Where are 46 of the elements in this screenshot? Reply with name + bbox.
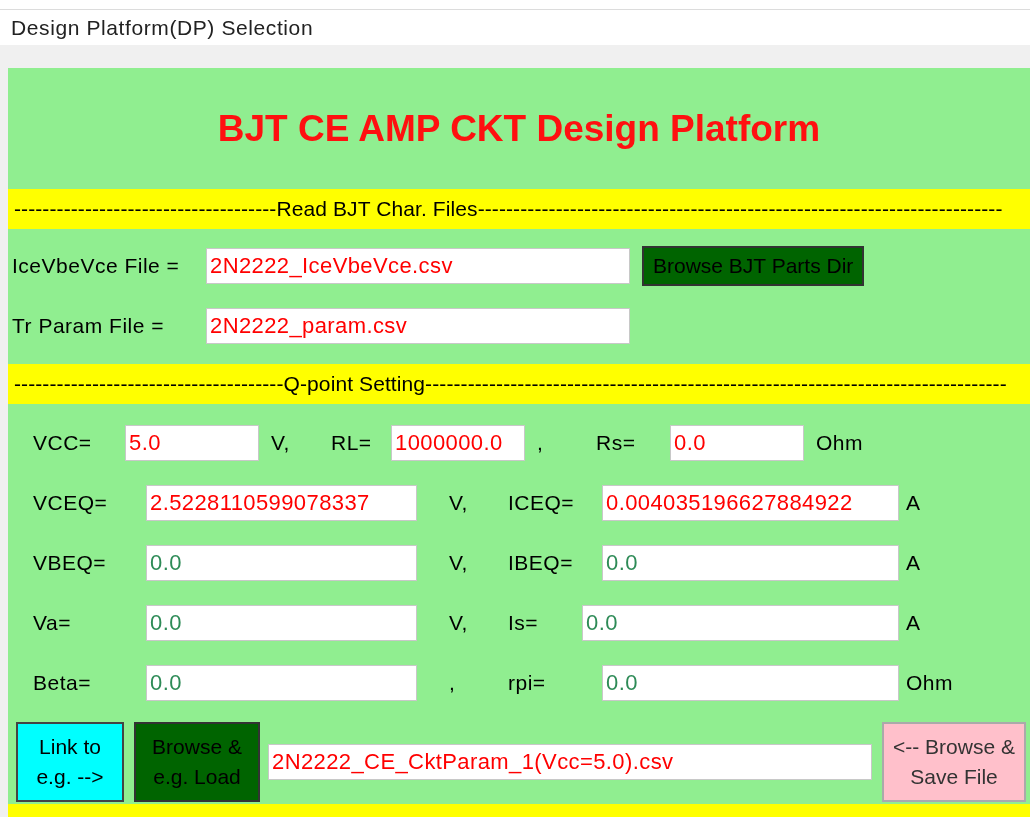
link-button[interactable]: Link to e.g. --> xyxy=(16,722,124,802)
input-field[interactable]: 0.0 xyxy=(146,605,417,641)
field-label: rpi= xyxy=(508,670,547,697)
field-label: V, xyxy=(449,610,469,637)
input-field[interactable]: 0.0 xyxy=(670,425,804,461)
input-field[interactable]: 0.0 xyxy=(146,665,417,701)
field-label: VBEQ= xyxy=(33,550,108,577)
input-field[interactable]: 2.5228110599078337 xyxy=(146,485,417,521)
field-label: Ohm xyxy=(906,670,954,697)
section-bar: -------------------------------------Read BJT Char. Files-------------------------------------------------------------------------- xyxy=(8,189,1030,229)
window-title: Design Platform(DP) Selection xyxy=(11,14,314,41)
field-label: VCC= xyxy=(33,430,93,457)
field-label: A xyxy=(906,490,922,517)
field-label: A xyxy=(906,610,922,637)
field-label: , xyxy=(537,430,545,457)
field-label: Is= xyxy=(508,610,540,637)
browse-button[interactable]: Browse BJT Parts Dir xyxy=(642,246,865,286)
field-label: V, xyxy=(449,490,469,517)
input-field[interactable]: 2N2222_IceVbeVce.csv xyxy=(206,248,630,284)
input-field[interactable]: 0.0 xyxy=(602,545,899,581)
input-field[interactable]: 0.0 xyxy=(582,605,899,641)
field-label: Rs= xyxy=(596,430,637,457)
input-field[interactable]: 0.004035196627884922 xyxy=(602,485,899,521)
field-label: V, xyxy=(449,550,469,577)
field-label: A xyxy=(906,550,922,577)
section-bar: --------------------------------------Q-point Setting---------------------------------------------------------------------------------- xyxy=(8,364,1030,404)
field-label: RL= xyxy=(331,430,373,457)
field-label: IceVbeVce File = xyxy=(12,253,181,280)
input-field[interactable]: 2N2222_param.csv xyxy=(206,308,630,344)
field-label: VCEQ= xyxy=(33,490,109,517)
input-field[interactable]: 1000000.0 xyxy=(391,425,525,461)
field-label: ICEQ= xyxy=(508,490,576,517)
save-button[interactable]: <-- Browse & Save File xyxy=(882,722,1026,802)
input-field[interactable]: 5.0 xyxy=(125,425,259,461)
input-field[interactable]: 2N2222_CE_CktParam_1(Vcc=5.0).csv xyxy=(268,744,872,780)
field-label: IBEQ= xyxy=(508,550,574,577)
field-label: , xyxy=(449,670,457,697)
field-label: Beta= xyxy=(33,670,92,697)
field-label: Tr Param File = xyxy=(12,313,165,340)
field-label: V, xyxy=(271,430,291,457)
heading: BJT CE AMP CKT Design Platform xyxy=(217,106,821,151)
field-label: Ohm xyxy=(816,430,864,457)
input-field[interactable]: 0.0 xyxy=(602,665,899,701)
input-field[interactable]: 0.0 xyxy=(146,545,417,581)
load-button[interactable]: Browse & e.g. Load xyxy=(134,722,260,802)
field-label: Va= xyxy=(33,610,72,637)
